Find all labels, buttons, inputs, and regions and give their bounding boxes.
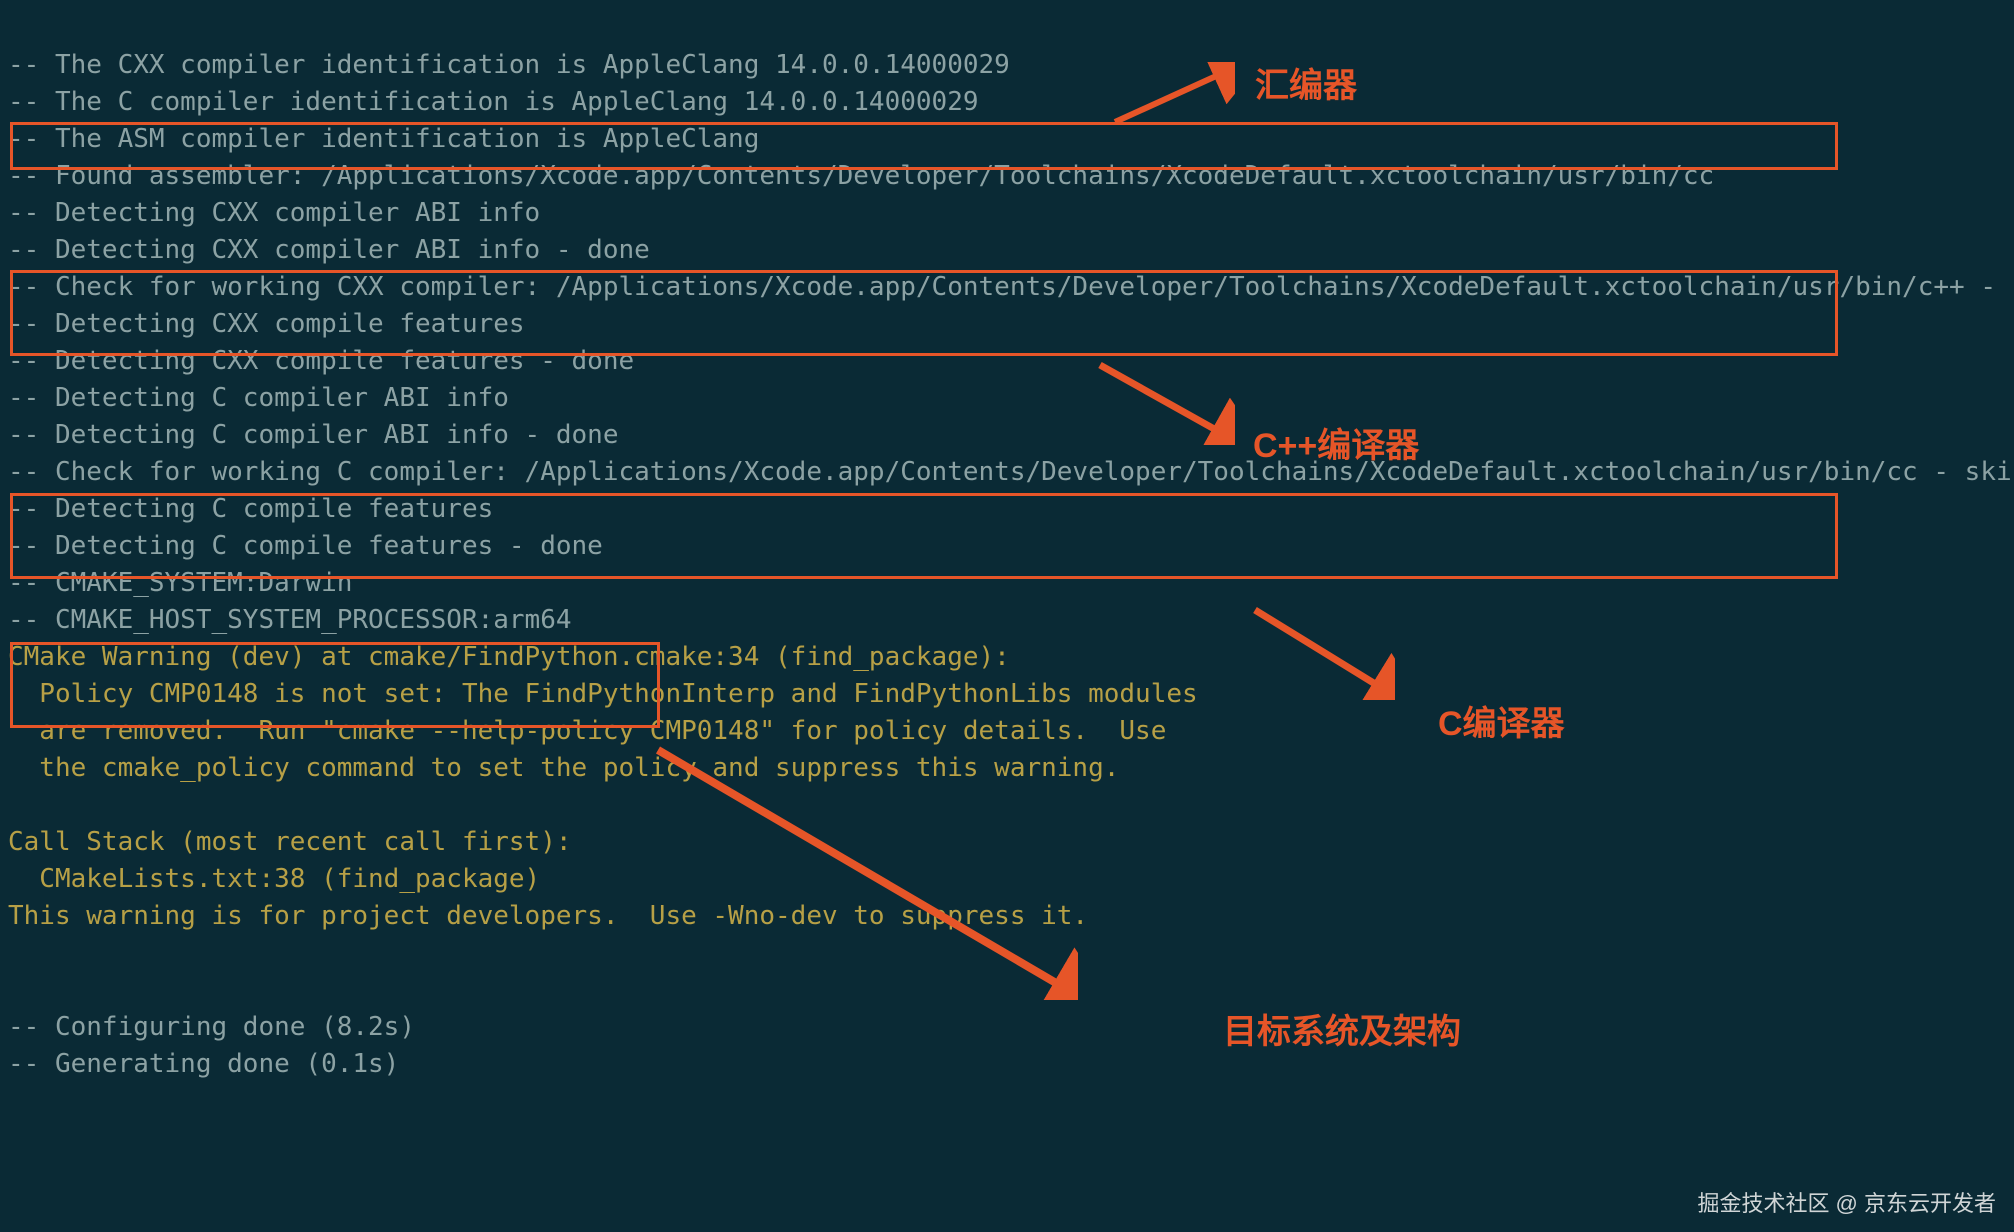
annotation-label-c-compiler: C编译器 — [1438, 696, 1565, 745]
terminal-line: Call Stack (most recent call first): — [8, 827, 572, 857]
terminal-line: -- Check for working C compiler: /Applic… — [8, 457, 2014, 487]
terminal-line: -- The CXX compiler identification is Ap… — [8, 50, 1010, 80]
terminal-line: -- Detecting C compiler ABI info — [8, 383, 509, 413]
terminal-line: -- Detecting C compile features — [8, 494, 493, 524]
terminal-line: the cmake_policy command to set the poli… — [8, 753, 1119, 783]
watermark-text: 掘金技术社区 @ 京东云开发者 — [1697, 1186, 1996, 1218]
terminal-line: -- Detecting CXX compiler ABI info - don… — [8, 235, 650, 265]
terminal-line: -- The ASM compiler identification is Ap… — [8, 124, 759, 154]
terminal-line: -- Generating done (0.1s) — [8, 1049, 399, 1079]
terminal-line: -- Check for working CXX compiler: /Appl… — [8, 272, 2014, 302]
terminal-line: -- The C compiler identification is Appl… — [8, 87, 979, 117]
terminal-line: are removed. Run "cmake --help-policy CM… — [8, 716, 1166, 746]
terminal-line: Policy CMP0148 is not set: The FindPytho… — [8, 679, 1198, 709]
terminal-line: CMake Warning (dev) at cmake/FindPython.… — [8, 642, 1010, 672]
terminal-line: -- Detecting CXX compile features - done — [8, 346, 634, 376]
annotation-label-cpp-compiler: C++编译器 — [1253, 418, 1419, 467]
terminal-line: -- Detecting CXX compiler ABI info — [8, 198, 540, 228]
terminal-line: -- CMAKE_HOST_SYSTEM_PROCESSOR:arm64 — [8, 605, 572, 635]
terminal-line: -- Configuring done (8.2s) — [8, 1012, 415, 1042]
terminal-line: This warning is for project developers. … — [8, 901, 1088, 931]
terminal-line: -- CMAKE_SYSTEM:Darwin — [8, 568, 352, 598]
terminal-output: -- The CXX compiler identification is Ap… — [0, 0, 2014, 1232]
terminal-line: -- Detecting C compiler ABI info - done — [8, 420, 618, 450]
terminal-line: CMakeLists.txt:38 (find_package) — [8, 864, 540, 894]
terminal-line: -- Detecting CXX compile features — [8, 309, 525, 339]
terminal-line: -- Found assembler: /Applications/Xcode.… — [8, 161, 1714, 191]
annotation-label-target-system: 目标系统及架构 — [1223, 1004, 1461, 1053]
terminal-line: -- Detecting C compile features - done — [8, 531, 603, 561]
annotation-label-assembler: 汇编器 — [1255, 58, 1357, 107]
